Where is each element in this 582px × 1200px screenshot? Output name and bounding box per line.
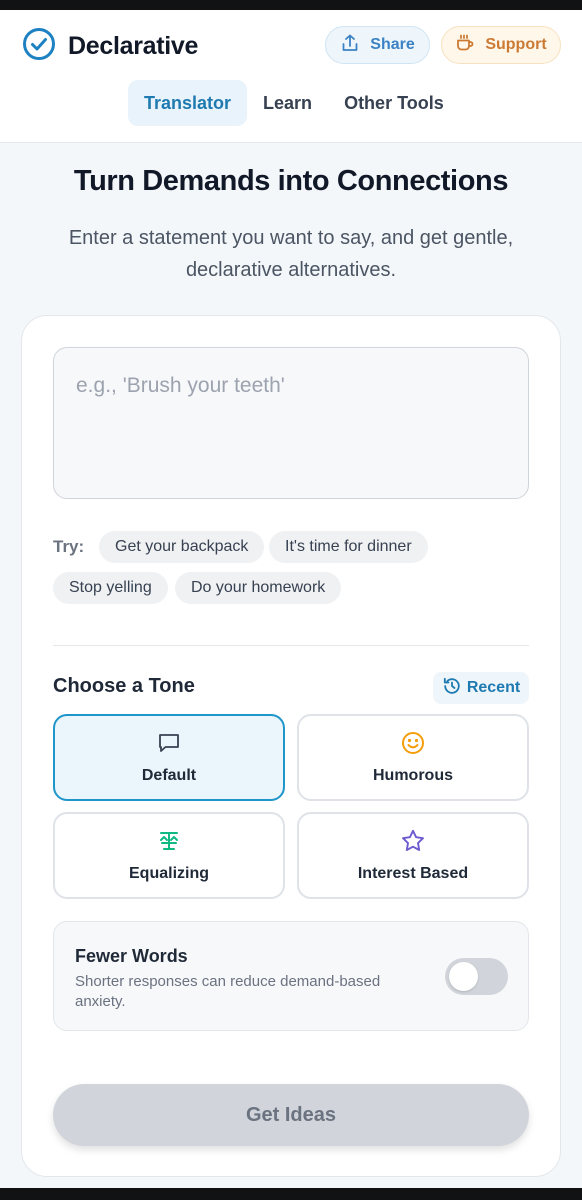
tab-other-tools[interactable]: Other Tools [328,80,460,126]
tone-option-humorous[interactable]: Humorous [297,714,529,801]
balance-icon [156,828,182,865]
navigation-bar [0,1188,582,1200]
section-divider [53,645,529,646]
status-bar [0,0,582,10]
fewer-words-description: Shorter responses can reduce demand-base… [75,973,381,1010]
history-icon [442,676,467,701]
page-title: Turn Demands into Connections [73,165,509,197]
tone-option-default[interactable]: Default [53,714,285,801]
app-logo[interactable]: Declarative [22,27,198,66]
suggestions-label: Try: [53,537,85,556]
tone-option-label: Equalizing [129,865,209,882]
fewer-words-toggle[interactable] [445,958,508,995]
tab-learn[interactable]: Learn [247,80,328,126]
toggle-knob [449,962,478,991]
star-icon [400,828,426,865]
tone-option-label: Interest Based [357,865,469,882]
message-square-icon [156,730,182,767]
page-subtitle: Enter a statement you want to say, and g… [68,227,514,281]
suggestion-chip[interactable]: Stop yelling [53,572,168,604]
suggestion-chip[interactable]: Do your homework [175,572,342,604]
share-label: Share [370,36,415,53]
share-icon [340,33,370,58]
tone-option-interest-based[interactable]: Interest Based [297,812,529,899]
smile-icon [400,730,426,767]
translator-card: Try: Get your backpack It's time for din… [21,315,561,1177]
recent-button[interactable]: Recent [433,672,529,704]
tone-option-label: Humorous [373,767,453,784]
tone-heading: Choose a Tone [53,675,195,697]
fewer-words-setting: Fewer Words Shorter responses can reduce… [53,921,529,1031]
get-ideas-button[interactable]: Get Ideas [53,1084,529,1146]
app-header: Declarative Share Support Translator Lea… [0,10,582,143]
suggestion-chip[interactable]: It's time for dinner [269,531,428,563]
main-tabs: Translator Learn Other Tools [128,80,460,126]
tone-option-label: Default [141,767,197,784]
support-button[interactable]: Support [441,26,561,64]
support-label: Support [485,36,547,53]
tab-translator[interactable]: Translator [128,80,248,126]
fewer-words-title: Fewer Words [75,946,188,966]
recent-label: Recent [466,679,521,696]
statement-input[interactable] [53,347,529,499]
coffee-cup-icon [455,33,485,58]
check-circle-icon [22,27,56,66]
share-button[interactable]: Share [325,26,430,64]
app-title: Declarative [68,32,199,60]
suggestion-chip[interactable]: Get your backpack [99,531,265,563]
tone-option-equalizing[interactable]: Equalizing [53,812,285,899]
